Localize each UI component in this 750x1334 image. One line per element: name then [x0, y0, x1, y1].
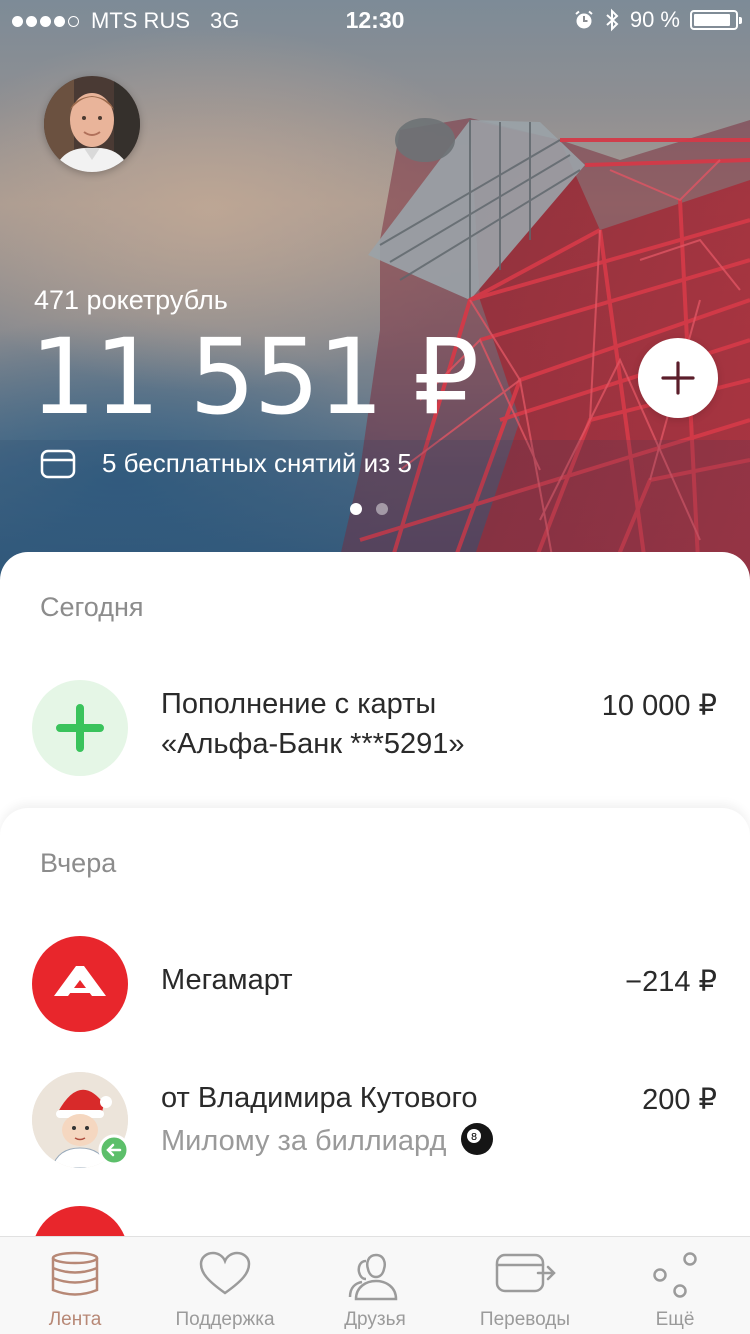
- feed-item-transfer[interactable]: от Владимира Кутового Милому за биллиард…: [0, 1072, 750, 1172]
- page-dot[interactable]: [350, 503, 362, 515]
- rocket-rubles-balance: 471 рокетрубль: [34, 285, 228, 315]
- account-header: MTS RUS 3G 12:30 90 % 471 рокетрубль 11 …: [0, 0, 750, 600]
- feed-item-title-line2: «Альфа-Банк ***5291»: [161, 728, 465, 760]
- feed-item-title: Пополнение с карты: [161, 688, 437, 720]
- page-indicator[interactable]: [350, 503, 388, 515]
- incoming-arrow-icon: [98, 1134, 130, 1166]
- feed-item-title: Мегамарт: [161, 964, 293, 996]
- feed-item-amount: −214 ₽: [625, 966, 717, 998]
- feed-item-topup[interactable]: Пополнение с карты «Альфа-Банк ***5291» …: [0, 678, 750, 778]
- tab-more[interactable]: Ещё: [600, 1237, 750, 1334]
- feed-section-today: Сегодня Пополнение с карты «Альфа-Банк *…: [0, 552, 750, 852]
- user-avatar[interactable]: [44, 76, 140, 172]
- plus-icon: [56, 704, 104, 752]
- bluetooth-icon: [606, 8, 619, 32]
- tab-friends[interactable]: Друзья: [300, 1237, 450, 1334]
- status-bar: MTS RUS 3G 12:30 90 %: [0, 0, 750, 40]
- heart-icon: [199, 1251, 251, 1295]
- tab-label: Поддержка: [175, 1309, 275, 1330]
- billiard-ball-icon: 8: [461, 1123, 494, 1155]
- free-withdrawals-text: 5 бесплатных снятий из 5: [102, 448, 412, 478]
- tab-label: Друзья: [344, 1309, 406, 1330]
- feed-item-megamart[interactable]: Мегамарт −214 ₽: [0, 934, 750, 1034]
- plus-icon: [661, 361, 695, 395]
- battery-percent: 90 %: [629, 7, 680, 32]
- battery-icon: [690, 10, 742, 30]
- page-dot[interactable]: [376, 503, 388, 515]
- feed-section-yesterday: Вчера Мегамарт −214 ₽ от Владимира Кутов…: [0, 808, 750, 1308]
- tab-label: Ещё: [655, 1309, 695, 1330]
- section-title-today: Сегодня: [40, 592, 144, 622]
- friends-icon: [348, 1253, 398, 1301]
- tab-bar: Лента Поддержка Друзья Переводы Ещё: [0, 1236, 750, 1334]
- alarm-icon: [575, 10, 593, 29]
- megamart-logo: [32, 936, 128, 1032]
- topup-icon: [32, 680, 128, 776]
- free-withdrawals: 5 бесплатных снятий из 5: [40, 448, 412, 479]
- section-title-yesterday: Вчера: [40, 848, 117, 878]
- tab-transfers[interactable]: Переводы: [450, 1237, 600, 1334]
- feed-item-comment-text: Милому за биллиард: [161, 1125, 447, 1157]
- more-dots-icon: [653, 1252, 697, 1298]
- tab-label: Переводы: [479, 1309, 571, 1330]
- transfer-card-icon: [495, 1253, 556, 1293]
- feed-item-amount: 200 ₽: [642, 1084, 717, 1116]
- contact-avatar: [32, 1072, 130, 1169]
- tab-support[interactable]: Поддержка: [150, 1237, 300, 1334]
- feed-stack-icon: [51, 1251, 99, 1296]
- tab-feed[interactable]: Лента: [0, 1237, 150, 1334]
- feed-item-amount: 10 000 ₽: [601, 690, 717, 722]
- feed-item-title: от Владимира Кутового: [161, 1082, 478, 1114]
- tab-label: Лента: [48, 1309, 102, 1330]
- add-money-button[interactable]: [638, 338, 718, 418]
- account-balance: 11 551 ₽: [30, 316, 479, 438]
- card-icon: [40, 449, 76, 478]
- feed-item-comment: Милому за биллиард 8: [161, 1122, 494, 1158]
- svg-text:8: 8: [471, 1132, 477, 1143]
